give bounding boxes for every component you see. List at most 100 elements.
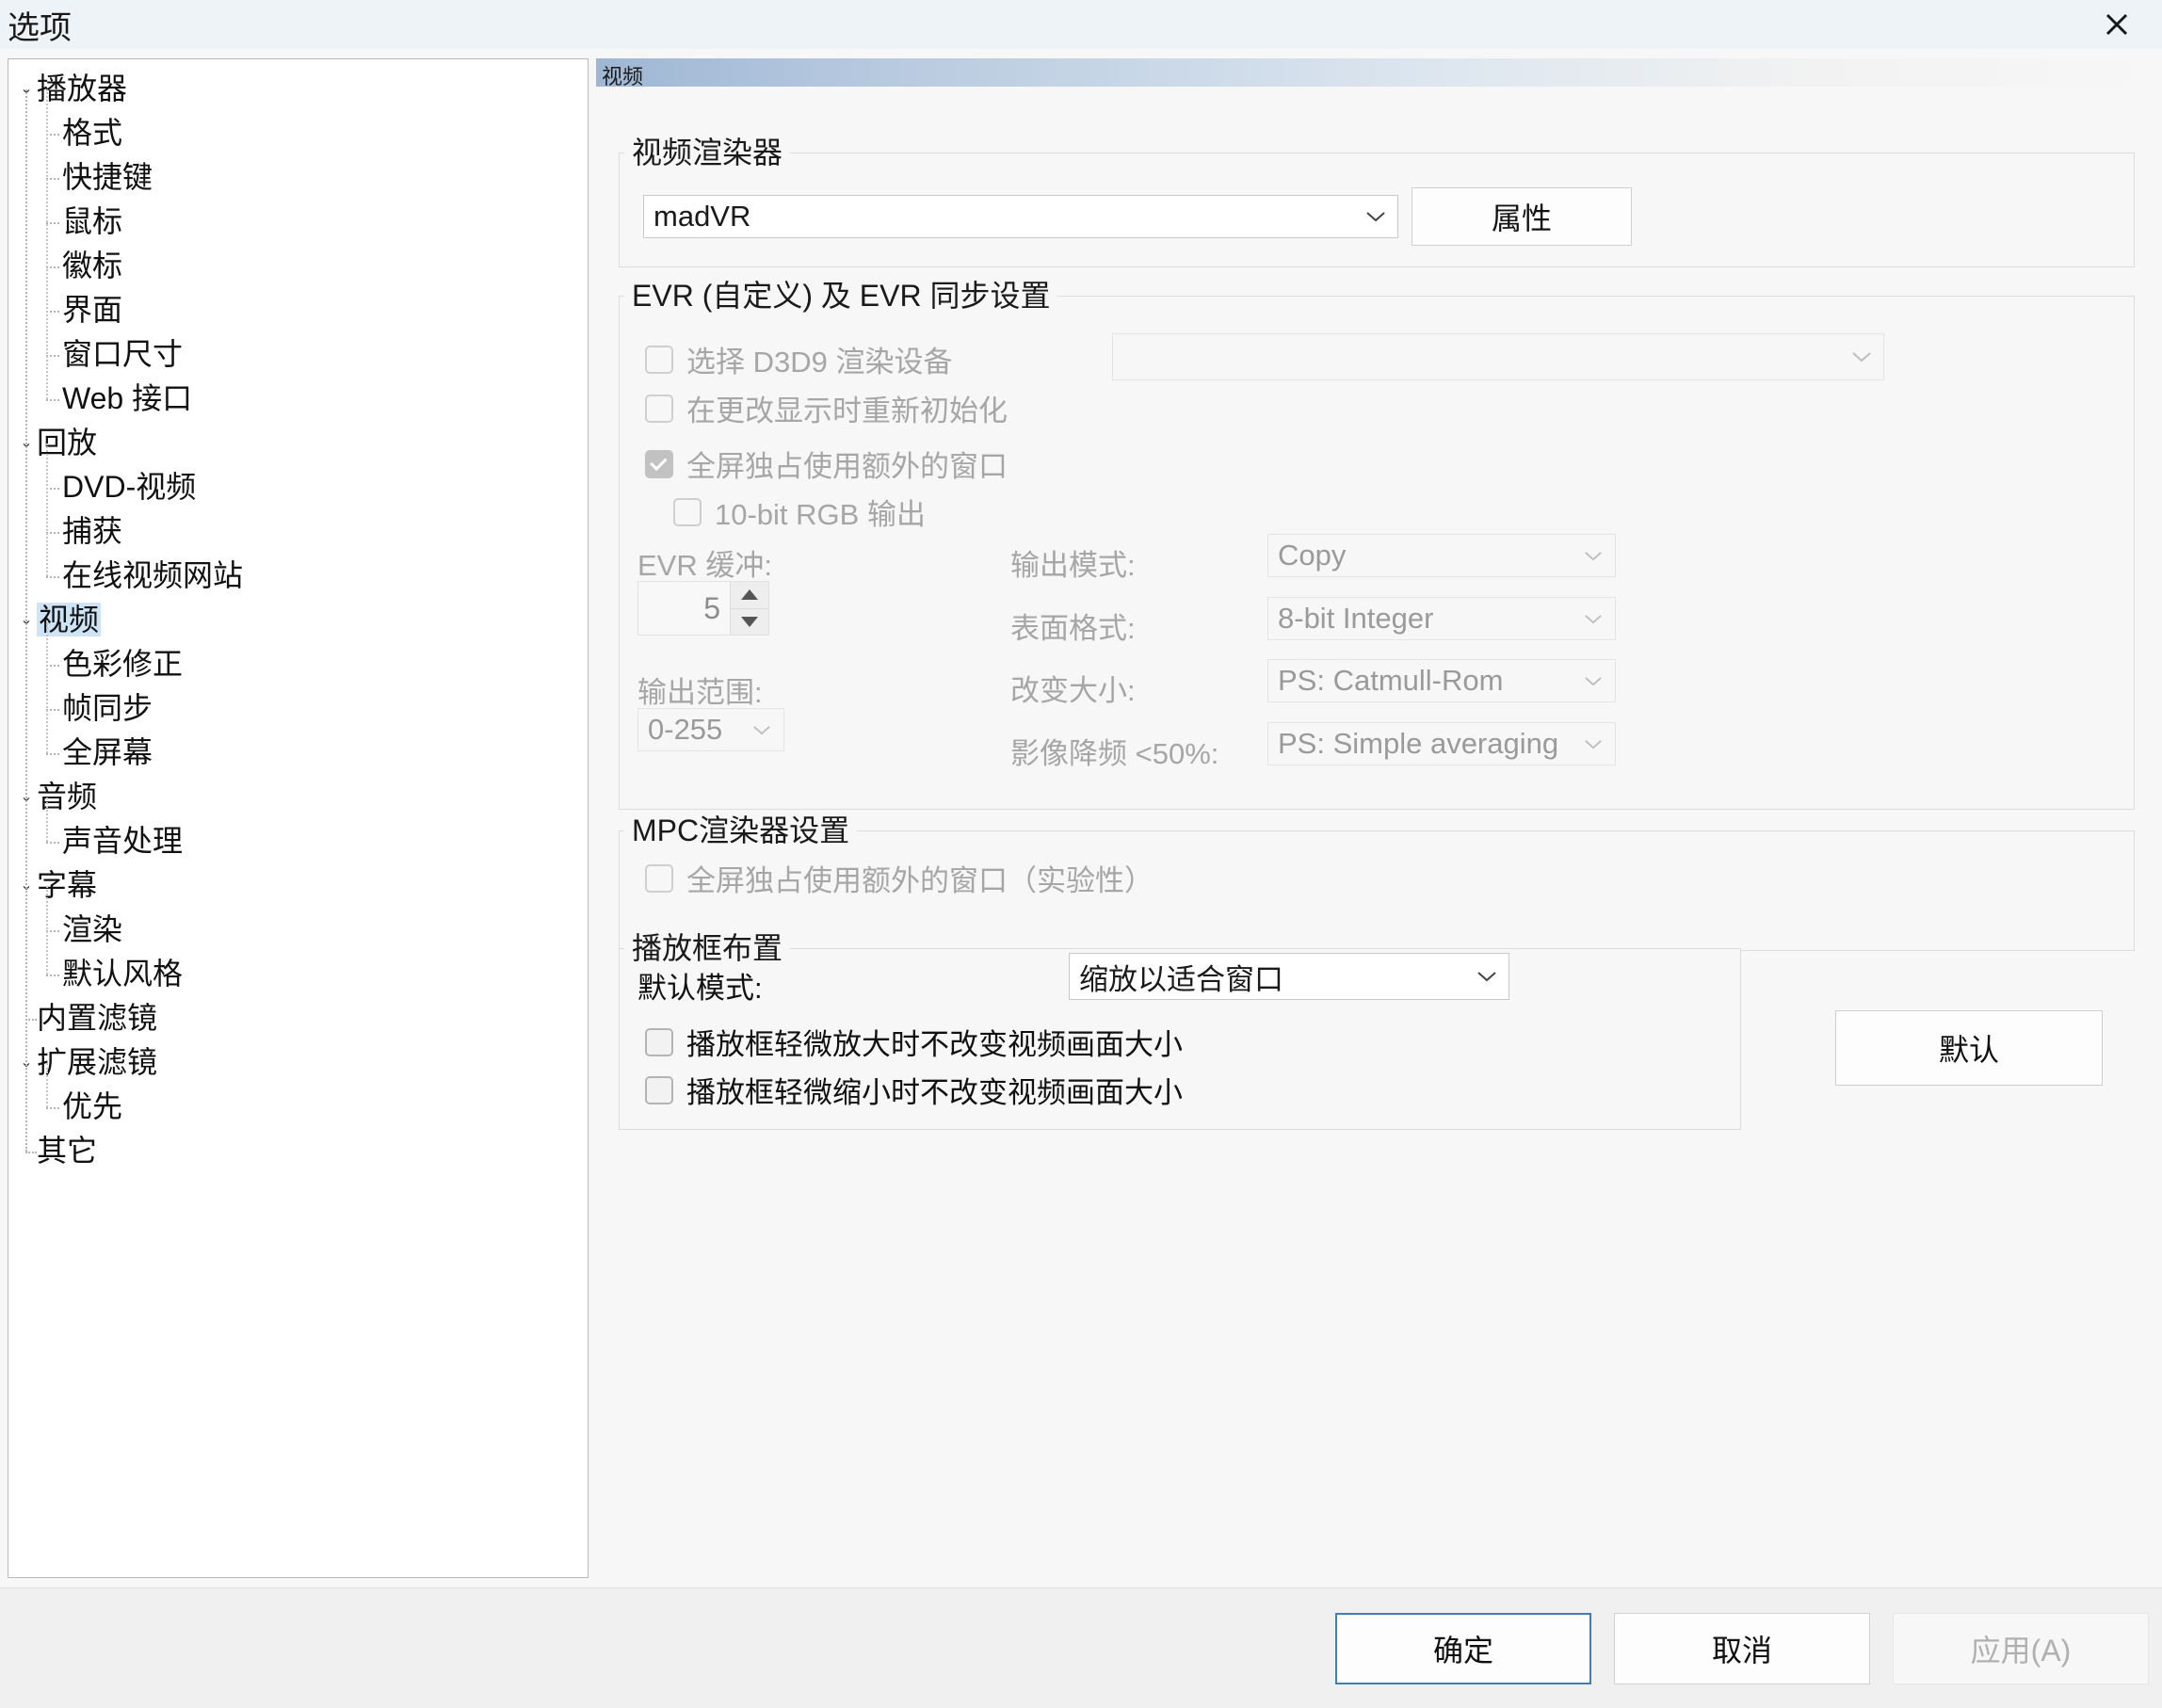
tree-item-18[interactable]: ⌄ 字幕 xyxy=(8,863,588,908)
tree-guide-line xyxy=(46,708,59,711)
tree-item-12[interactable]: ⌄ 视频 xyxy=(8,598,588,642)
evr-buffer-value: 5 xyxy=(703,590,720,625)
tree-guide-line xyxy=(46,1062,48,1107)
output-mode-value: Copy xyxy=(1278,539,1347,572)
tree-guide-line xyxy=(46,443,48,576)
triangle-down-icon xyxy=(741,616,758,627)
apply-button[interactable]: 应用(A) xyxy=(1893,1613,2149,1684)
tree-item-9[interactable]: DVD-视频 xyxy=(8,465,588,509)
checkbox-reinit-on-display-change[interactable]: 在更改显示时重新初始化 xyxy=(645,387,1008,429)
checkbox-10bit-rgb-output[interactable]: 10-bit RGB 输出 xyxy=(673,491,926,533)
playback-layout-group-title: 播放框布置 xyxy=(624,933,791,963)
tree-item-label: DVD-视频 xyxy=(62,470,197,504)
tree-guide-line xyxy=(46,89,48,399)
tree-guide-line xyxy=(46,797,48,842)
tree-item-label: 扩展滤镜 xyxy=(37,1045,158,1079)
tree-item-6[interactable]: 窗口尺寸 xyxy=(8,332,588,377)
tree-item-3[interactable]: 鼠标 xyxy=(8,200,588,244)
mpc-renderer-group-title: MPC渲染器设置 xyxy=(624,815,858,846)
stepper-down-button[interactable] xyxy=(731,607,768,635)
settings-pane: 视频 视频渲染器 madVR 属性 EVR (自定义) 及 EVR 同步设置 选… xyxy=(596,58,2154,1578)
checkbox-d3d9-device[interactable]: 选择 D3D9 渲染设备 xyxy=(645,338,952,380)
evr-group-title: EVR (自定义) 及 EVR 同步设置 xyxy=(624,281,1058,311)
settings-tree[interactable]: ⌄ 播放器 格式 快捷键 鼠标 徽标界面窗口尺寸 Web 接口 ⌄ 回放 DVD-视频捕获在线视频… xyxy=(8,58,589,1578)
pane-header-title: 视频 xyxy=(602,65,644,89)
downscale-select[interactable]: PS: Simple averaging xyxy=(1267,722,1616,765)
tree-guide-line xyxy=(25,89,27,1152)
tree-guide-line xyxy=(46,575,59,578)
tree-item-1[interactable]: 格式 xyxy=(8,111,588,155)
checkbox-box xyxy=(645,449,673,478)
output-mode-label: 输出模式: xyxy=(1010,549,1136,582)
output-range-label: 输出范围: xyxy=(637,676,763,709)
checkbox-box xyxy=(645,1027,673,1056)
tree-item-10[interactable]: 捕获 xyxy=(8,509,588,554)
close-button[interactable] xyxy=(2072,0,2162,49)
tree-item-label: 在线视频网站 xyxy=(62,558,244,592)
checkbox-no-resize-on-slight-enlarge[interactable]: 播放框轻微放大时不改变视频画面大小 xyxy=(645,1021,1183,1063)
chevron-down-icon xyxy=(740,724,783,736)
checkbox-no-resize-on-slight-shrink[interactable]: 播放框轻微缩小时不改变视频画面大小 xyxy=(645,1069,1183,1111)
tree-item-21[interactable]: 内置滤镜 xyxy=(8,996,588,1040)
chevron-down-icon xyxy=(1572,613,1615,625)
checkbox-box xyxy=(645,1075,673,1104)
tree-item-8[interactable]: ⌄ 回放 xyxy=(8,421,588,465)
chevron-down-icon xyxy=(1572,738,1615,750)
tree-item-19[interactable]: 渲染 xyxy=(8,908,588,952)
evr-buffer-stepper[interactable]: 5 xyxy=(637,581,769,636)
options-dialog: 选项 ⌄ 播放器 格式 快捷键 鼠标 徽标 界面 窗口尺寸 Web 接口 ⌄ 回放 DVD-视频 捕获在… xyxy=(0,0,2162,1708)
chevron-down-icon xyxy=(1465,970,1509,983)
tree-item-0[interactable]: ⌄ 播放器 xyxy=(8,67,588,111)
tree-item-label: 界面 xyxy=(62,293,123,327)
triangle-up-icon xyxy=(741,589,758,601)
tree-item-2[interactable]: 快捷键 xyxy=(8,155,588,200)
tree-item-11[interactable]: 在线视频网站 xyxy=(8,554,588,598)
cancel-button[interactable]: 取消 xyxy=(1614,1613,1870,1684)
tree-item-label: 帧同步 xyxy=(62,691,153,725)
renderer-properties-button[interactable]: 属性 xyxy=(1412,187,1632,246)
default-mode-label: 默认模式: xyxy=(637,972,763,1005)
close-icon xyxy=(2101,8,2133,40)
tree-item-7[interactable]: Web 接口 xyxy=(8,377,588,421)
tree-item-22[interactable]: ⌄ 扩展滤镜 xyxy=(8,1040,588,1085)
downscale-label: 影像降频 <50%: xyxy=(1010,737,1219,770)
tree-item-24[interactable]: 其它 xyxy=(8,1129,588,1173)
tree-item-20[interactable]: 默认风格 xyxy=(8,952,588,996)
tree-guide-line xyxy=(46,974,59,976)
tree-item-16[interactable]: ⌄ 音频 xyxy=(8,775,588,819)
tree-guide-line xyxy=(46,354,59,357)
stepper-up-button[interactable] xyxy=(731,582,768,608)
checkbox-label: 全屏独占使用额外的窗口 xyxy=(686,450,1008,483)
stepper-buttons xyxy=(730,582,768,635)
output-range-select[interactable]: 0-255 xyxy=(637,708,784,751)
tree-item-15[interactable]: 全屏幕 xyxy=(8,731,588,775)
d3d9-device-select[interactable] xyxy=(1112,333,1884,380)
tree-item-label: 色彩修正 xyxy=(62,647,184,681)
checkbox-mpc-fullscreen-extra-window[interactable]: 全屏独占使用额外的窗口（实验性） xyxy=(645,857,1154,899)
defaults-button[interactable]: 默认 xyxy=(1835,1010,2103,1086)
tree-guide-line xyxy=(46,929,59,932)
chevron-down-icon xyxy=(1840,350,1883,363)
tree-item-4[interactable]: 徽标 xyxy=(8,244,588,288)
resize-select[interactable]: PS: Catmull-Rom xyxy=(1267,659,1616,702)
tree-guide-line xyxy=(46,177,59,180)
tree-guide-line xyxy=(46,1106,59,1109)
ok-button[interactable]: 确定 xyxy=(1335,1613,1591,1684)
checkbox-label: 10-bit RGB 输出 xyxy=(715,498,926,531)
surface-format-select[interactable]: 8-bit Integer xyxy=(1267,597,1616,640)
surface-format-value: 8-bit Integer xyxy=(1278,602,1434,635)
resize-label: 改变大小: xyxy=(1010,674,1136,707)
tree-item-5[interactable]: 界面 xyxy=(8,288,588,332)
tree-item-14[interactable]: 帧同步 xyxy=(8,686,588,731)
checkbox-fullscreen-extra-window[interactable]: 全屏独占使用额外的窗口 xyxy=(645,443,1008,485)
output-mode-select[interactable]: Copy xyxy=(1267,534,1616,577)
default-mode-select[interactable]: 缩放以适合窗口 xyxy=(1069,953,1509,1000)
tree-item-23[interactable]: 优先 xyxy=(8,1085,588,1129)
checkbox-label: 播放框轻微缩小时不改变视频画面大小 xyxy=(686,1076,1183,1109)
checkbox-box xyxy=(645,345,673,374)
tree-guide-line xyxy=(46,664,59,667)
tree-item-13[interactable]: 色彩修正 xyxy=(8,642,588,686)
tree-item-17[interactable]: 声音处理 xyxy=(8,819,588,863)
video-renderer-select[interactable]: madVR xyxy=(643,195,1398,238)
tree-item-label: 优先 xyxy=(62,1089,123,1123)
